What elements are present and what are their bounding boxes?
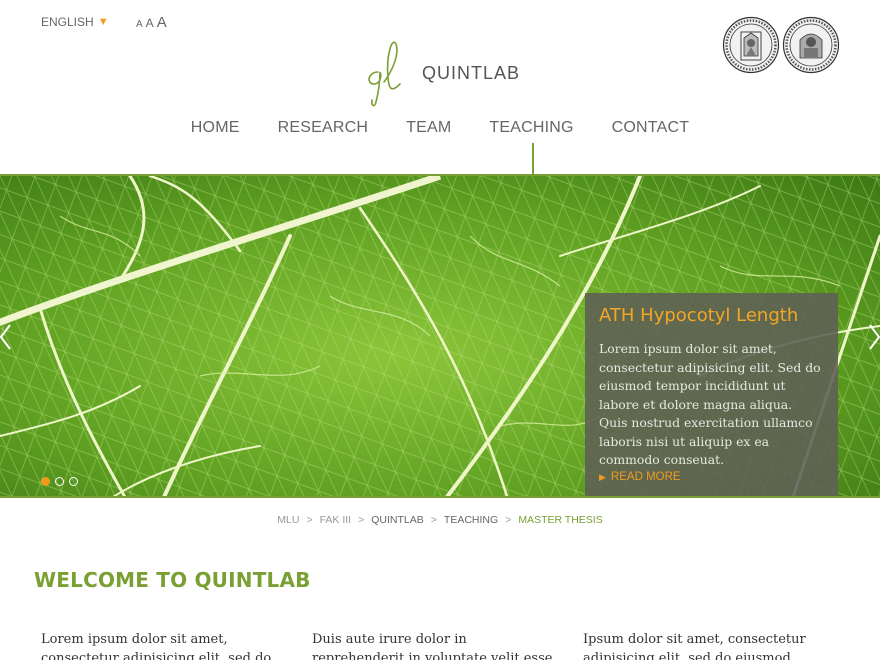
intro-columns: Lorem ipsum dolor sit amet, consectetur … (41, 630, 841, 660)
slider-next-arrow-icon[interactable] (868, 323, 880, 351)
slider-dot[interactable] (41, 477, 50, 486)
play-arrow-icon: ▶ (599, 471, 606, 482)
breadcrumb-item-teaching[interactable]: TEACHING (444, 514, 498, 526)
slide-text: Lorem ipsum dolor sit amet, consectetur … (599, 341, 821, 467)
breadcrumb-item-current: MASTER THESIS (518, 514, 603, 526)
breadcrumb-separator: > (505, 514, 512, 526)
breadcrumb-item-mlu[interactable]: MLU (277, 514, 299, 526)
page-title: WELCOME TO QUINTLAB (34, 568, 311, 592)
intro-column-text: Lorem ipsum dolor sit amet, consectetur … (41, 632, 272, 660)
nav-item-team[interactable]: TEAM (387, 119, 470, 137)
breadcrumb-item-fak[interactable]: FAK III (320, 514, 352, 526)
slide-title: ATH Hypocotyl Length (599, 305, 799, 326)
slider-prev-arrow-icon[interactable] (0, 323, 12, 351)
font-size-small-button[interactable]: A (136, 19, 143, 30)
breadcrumb-item-quintlab[interactable]: QUINTLAB (371, 514, 424, 526)
nav-item-teaching[interactable]: TEACHING (470, 119, 592, 175)
language-selector[interactable]: ENGLISH ▼ (41, 15, 109, 29)
font-size-medium-button[interactable]: A (146, 16, 154, 30)
nav-item-contact[interactable]: CONTACT (593, 119, 709, 137)
logo-text: QUINTLAB (422, 62, 521, 83)
chevron-down-icon: ▼ (97, 16, 109, 28)
slider-pagination (41, 477, 78, 486)
font-size-large-button[interactable]: A (157, 14, 167, 31)
university-seals (722, 16, 840, 74)
hero-slider: ATH Hypocotyl Length Lorem ipsum dolor s… (0, 174, 880, 498)
breadcrumb-separator: > (306, 514, 313, 526)
ql-logo-mark-icon (368, 41, 401, 107)
nav-item-research[interactable]: RESEARCH (259, 119, 388, 137)
read-more-label: READ MORE (610, 471, 681, 483)
read-more-link[interactable]: ▶ READ MORE (599, 471, 681, 483)
intro-column-text: Ipsum dolor sit amet, consectetur adipis… (583, 632, 806, 660)
breadcrumb: MLU > FAK III > QUINTLAB > TEACHING > MA… (0, 514, 880, 526)
font-size-controls: A A A (136, 14, 167, 31)
site-logo[interactable]: QUINTLAB (360, 38, 520, 108)
main-navigation: HOME RESEARCH TEAM TEACHING CONTACT (0, 119, 880, 175)
slider-dot[interactable] (69, 477, 78, 486)
breadcrumb-separator: > (358, 514, 365, 526)
slider-dot[interactable] (55, 477, 64, 486)
language-label: ENGLISH (41, 15, 94, 29)
nav-item-home[interactable]: HOME (172, 119, 259, 137)
university-seal-left-icon (722, 16, 780, 74)
university-seal-right-icon (782, 16, 840, 74)
intro-column-text: Duis aute irure dolor in reprehenderit i… (312, 632, 553, 660)
slide-caption: ATH Hypocotyl Length Lorem ipsum dolor s… (585, 293, 838, 496)
breadcrumb-separator: > (430, 514, 437, 526)
